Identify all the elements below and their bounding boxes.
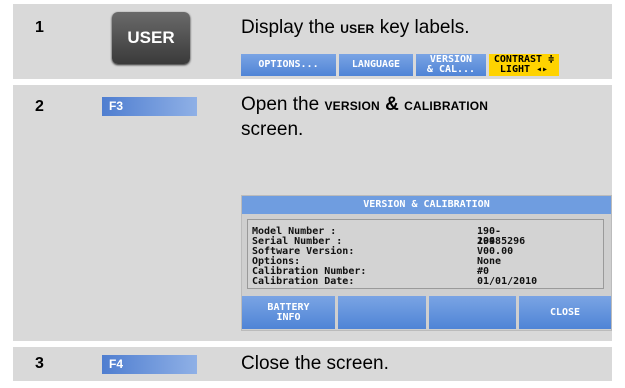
softkey-blank[interactable] bbox=[338, 296, 426, 329]
step-number: 2 bbox=[35, 98, 44, 115]
step-number: 3 bbox=[35, 355, 44, 372]
screen-title: VERSION & CALIBRATION bbox=[242, 196, 611, 214]
softkey-options[interactable]: OPTIONS... bbox=[241, 54, 336, 76]
step-number: 1 bbox=[35, 19, 44, 36]
step-3-row: 3 F4 Close the screen. bbox=[13, 347, 612, 381]
softkey-close[interactable]: CLOSE bbox=[519, 296, 611, 329]
user-key-button[interactable]: USER bbox=[112, 12, 190, 64]
screen-softkey-bar: BATTERY INFO CLOSE bbox=[242, 296, 611, 329]
instruction-key-name: VERSION bbox=[324, 99, 380, 113]
softkey-blank[interactable] bbox=[429, 296, 516, 329]
instruction-key-name: USER bbox=[340, 22, 375, 36]
info-row-cal-date: Calibration Date: 01/01/2010 bbox=[252, 276, 537, 287]
step-1-row: 1 USER Display the USER key labels. OPTI… bbox=[13, 4, 612, 79]
info-value: 01/01/2010 bbox=[477, 276, 538, 287]
instruction-key-name: CALIBRATION bbox=[404, 99, 489, 113]
softkey-version-cal[interactable]: VERSION & CAL... bbox=[416, 54, 486, 76]
step-instruction: Open the VERSION & CALIBRATION screen. bbox=[241, 93, 601, 141]
info-panel: Model Number :190-204 Serial Number :199… bbox=[247, 219, 604, 289]
step-instruction: Close the screen. bbox=[241, 353, 389, 374]
instruction-text: screen. bbox=[241, 119, 304, 140]
f3-key-button[interactable]: F3 bbox=[102, 97, 197, 116]
instruction-ampersand: & bbox=[379, 94, 405, 115]
instruction-text: Display the bbox=[241, 17, 341, 38]
info-label: Calibration Date: bbox=[252, 276, 355, 287]
softkey-language[interactable]: LANGUAGE bbox=[339, 54, 413, 76]
step-2-row: 2 F3 Open the VERSION & CALIBRATION scre… bbox=[13, 85, 612, 341]
f4-key-button[interactable]: F4 bbox=[102, 355, 197, 374]
softkey-battery-info[interactable]: BATTERY INFO bbox=[242, 296, 335, 329]
version-calibration-screen: VERSION & CALIBRATION Model Number :190-… bbox=[241, 195, 612, 331]
softkey-contrast-light[interactable]: CONTRAST ≑ LIGHT ◂▸ bbox=[489, 54, 559, 76]
instruction-text: Open the bbox=[241, 94, 325, 115]
instruction-text: key labels. bbox=[374, 17, 470, 38]
step-instruction: Display the USER key labels. bbox=[241, 16, 469, 41]
manual-page: 1 USER Display the USER key labels. OPTI… bbox=[0, 0, 625, 388]
